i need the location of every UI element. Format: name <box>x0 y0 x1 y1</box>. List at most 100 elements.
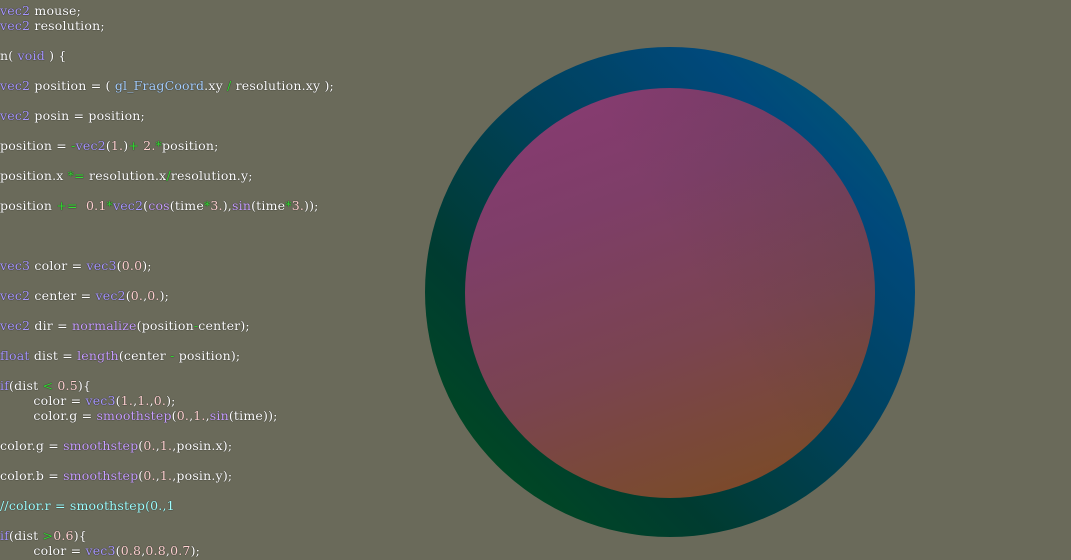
code-token-identifier: ,posin.x); <box>172 438 233 453</box>
code-token-identifier: (dist <box>9 378 43 393</box>
code-token-number: 0.7 <box>170 543 191 558</box>
code-token-identifier: resolution.xy ); <box>231 78 334 93</box>
code-token-number: 0. <box>143 468 156 483</box>
code-token-identifier: position = <box>0 138 72 153</box>
code-line-position-remap[interactable]: position = -vec2(1.)+ 2.*position; <box>0 138 219 153</box>
code-token-operator: < <box>42 378 54 393</box>
code-token-identifier: (dist <box>9 528 43 543</box>
code-line-color-assign-grey[interactable]: color = vec3(0.8,0.8,0.7); <box>0 543 200 558</box>
code-token-number: 1. <box>120 393 134 408</box>
code-token-number: 0.8 <box>120 543 142 558</box>
code-token-number: 1. <box>137 393 150 408</box>
code-token-function: smoothstep <box>63 438 139 453</box>
code-token-identifier: resolution.x <box>84 168 167 183</box>
code-token-number: 0. <box>147 288 160 303</box>
code-token-number: 0. <box>176 408 190 423</box>
code-line-if-inner[interactable]: if(dist < 0.5){ <box>0 378 91 393</box>
code-token-identifier: resolution; <box>30 18 105 33</box>
code-token-keyword: vec2 <box>75 138 106 153</box>
code-token-keyword: if <box>0 378 10 393</box>
code-token-keyword: vec2 <box>0 3 31 18</box>
code-token-function: sin <box>209 408 229 423</box>
code-line-color-b-posin[interactable]: color.b = smoothstep(0.,1.,posin.y); <box>0 468 232 483</box>
code-token-identifier: position; <box>161 138 219 153</box>
code-token-keyword: if <box>0 528 10 543</box>
code-token-identifier: (time)); <box>228 408 278 423</box>
code-token-keyword: vec3 <box>85 543 116 558</box>
code-token-identifier: dir = <box>30 318 72 333</box>
code-token-number: 1. <box>193 408 206 423</box>
code-token-number: 1. <box>159 468 173 483</box>
code-token-number: 0.1 <box>77 198 107 213</box>
code-token-identifier: dist = <box>29 348 78 363</box>
code-token-identifier: ); <box>142 258 152 273</box>
code-token-identifier: color.g = <box>0 408 97 423</box>
code-token-keyword: vec2 <box>112 198 144 213</box>
code-token-comment: //color.r = smoothstep(0.,1 <box>0 498 175 513</box>
code-token-keyword: vec2 <box>0 108 31 123</box>
code-token-keyword: void <box>17 48 45 63</box>
code-line-color-assign-yellow[interactable]: color = vec3(1.,1.,0.); <box>0 393 176 408</box>
code-line-dist-declaration[interactable]: float dist = length(center - position); <box>0 348 240 363</box>
code-token-operator: *= <box>67 168 85 183</box>
code-token-keyword: vec2 <box>0 288 31 303</box>
code-token-identifier: resolution.y; <box>170 168 253 183</box>
code-line-aspect-correction[interactable]: position.x *= resolution.x/resolution.y; <box>0 168 253 183</box>
code-token-identifier: ); <box>159 288 170 303</box>
code-token-number: 0.6 <box>53 528 74 543</box>
code-token-identifier: color.b = <box>0 468 64 483</box>
code-token-identifier: ), <box>222 198 232 213</box>
code-line-position-offset[interactable]: position += 0.1*vec2(cos(time*3.),sin(ti… <box>0 198 319 213</box>
code-token-keyword: vec2 <box>0 18 31 33</box>
code-token-identifier: (time <box>251 198 286 213</box>
code-token-identifier: color = <box>0 393 86 408</box>
code-token-number: 1. <box>159 438 173 453</box>
code-token-operator: += <box>56 198 78 213</box>
code-line-comment-color-r[interactable]: //color.r = smoothstep(0.,1 <box>0 498 175 513</box>
code-token-identifier: posin = position; <box>30 108 145 123</box>
code-token-builtin: gl_FragCoord <box>114 78 205 93</box>
code-token-identifier: position.x <box>0 168 68 183</box>
code-token-operator: + <box>128 138 139 153</box>
code-token-keyword: vec2 <box>0 318 31 333</box>
code-token-identifier: n( <box>0 48 18 63</box>
code-token-identifier: (time <box>169 198 204 213</box>
code-token-number: 3. <box>210 198 223 213</box>
code-line-color-g-sin[interactable]: color.g = smoothstep(0.,1.,sin(time)); <box>0 408 278 423</box>
code-token-identifier: )); <box>304 198 319 213</box>
code-line-posin-declaration[interactable]: vec2 posin = position; <box>0 108 145 123</box>
code-line-main-signature[interactable]: n( void ) { <box>0 48 66 63</box>
code-line-color-g-posin[interactable]: color.g = smoothstep(0.,1.,posin.x); <box>0 438 232 453</box>
code-token-number: 0. <box>130 288 144 303</box>
code-line-position-declaration[interactable]: vec2 position = ( gl_FragCoord.xy / reso… <box>0 78 334 93</box>
code-token-number: 3. <box>291 198 305 213</box>
code-line-center-declaration[interactable]: vec2 center = vec2(0.,0.); <box>0 288 169 303</box>
code-token-identifier: position <box>0 198 57 213</box>
code-line-color-declaration[interactable]: vec3 color = vec3(0.0); <box>0 258 152 273</box>
code-token-identifier: color.g = <box>0 438 64 453</box>
code-token-number: 0. <box>153 393 167 408</box>
code-token-number: 0. <box>143 438 156 453</box>
code-token-keyword: vec2 <box>95 288 126 303</box>
code-token-identifier: ){ <box>77 378 92 393</box>
code-line-uniform-mouse[interactable]: vec2 mouse; <box>0 3 81 18</box>
code-token-keyword: vec3 <box>0 258 31 273</box>
code-token-identifier: center = <box>30 288 96 303</box>
code-token-identifier: (position <box>136 318 194 333</box>
code-token-function: smoothstep <box>63 468 139 483</box>
code-editor[interactable]: vec2 mouse; vec2 resolution; n( void ) {… <box>0 0 1071 560</box>
code-token-identifier: (center <box>118 348 171 363</box>
code-token-function: smoothstep <box>96 408 172 423</box>
code-token-identifier: ){ <box>73 528 87 543</box>
code-line-uniform-resolution[interactable]: vec2 resolution; <box>0 18 105 33</box>
code-token-keyword: float <box>0 348 30 363</box>
code-line-if-outer[interactable]: if(dist >0.6){ <box>0 528 87 543</box>
code-token-number: 1. <box>110 138 124 153</box>
code-token-identifier: position = ( <box>30 78 115 93</box>
code-token-function: sin <box>232 198 252 213</box>
code-token-operator: > <box>42 528 54 543</box>
code-line-dir-declaration[interactable]: vec2 dir = normalize(position-center); <box>0 318 250 333</box>
code-token-keyword: vec3 <box>86 258 117 273</box>
code-token-identifier: ); <box>166 393 176 408</box>
code-token-identifier: ); <box>190 543 201 558</box>
